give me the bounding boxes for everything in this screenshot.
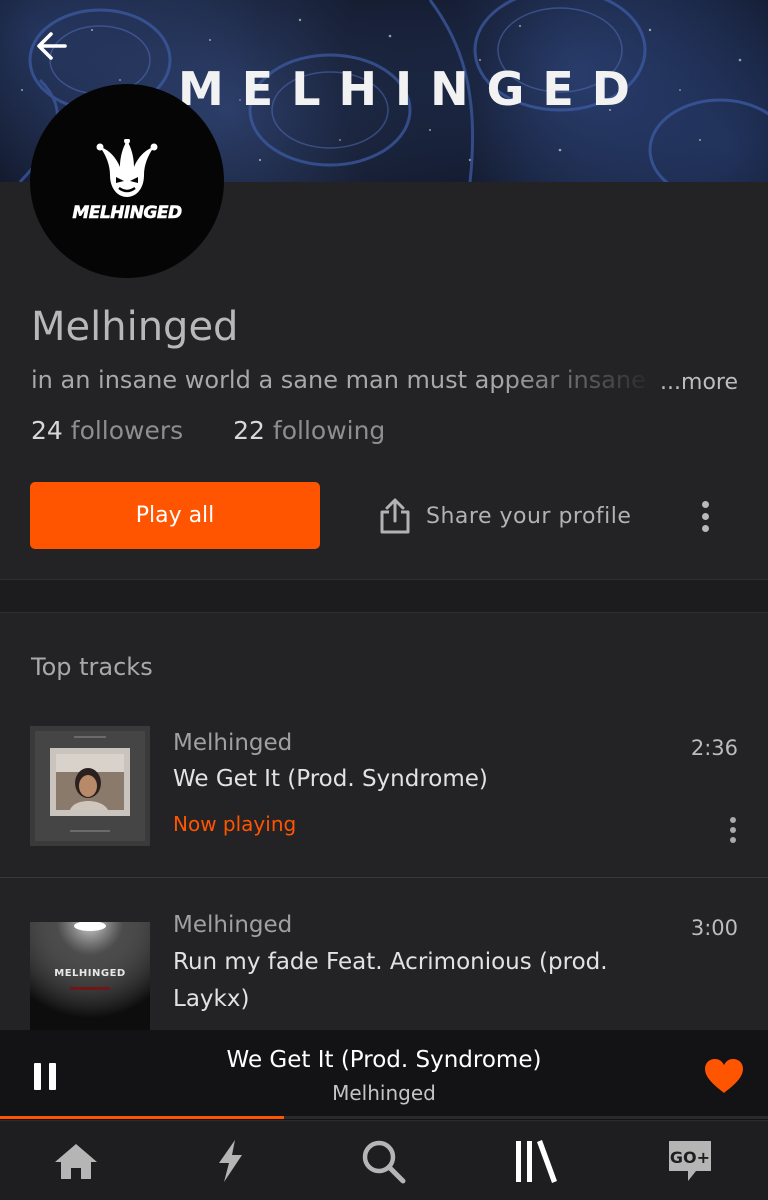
- track-artist: Melhinged: [173, 730, 293, 756]
- jester-logo-icon: [96, 139, 158, 197]
- bio-row: in an insane world a sane man must appea…: [31, 366, 751, 402]
- track-artwork-text: MELHINGED: [54, 968, 126, 979]
- following-stat[interactable]: 22 following: [233, 416, 385, 445]
- like-button[interactable]: [703, 1057, 745, 1095]
- playback-progress-fill: [0, 1116, 285, 1119]
- track-row[interactable]: MELHINGED Melhinged Run my fade Feat. Ac…: [0, 912, 768, 1030]
- followers-stat[interactable]: 24 followers: [31, 416, 183, 445]
- track-title: Run my fade Feat. Acrimonious (prod. Lay…: [173, 949, 608, 1012]
- share-profile-button[interactable]: Share your profile: [378, 496, 631, 536]
- play-all-button[interactable]: Play all: [30, 482, 320, 549]
- avatar[interactable]: MELHINGED: [30, 84, 224, 278]
- search-icon: [362, 1140, 406, 1184]
- profile-more-button[interactable]: [690, 494, 720, 538]
- track-row[interactable]: Melhinged We Get It (Prod. Syndrome) Now…: [0, 726, 768, 876]
- profile-name: Melhinged: [31, 304, 239, 350]
- back-button[interactable]: [30, 24, 74, 68]
- share-icon: [380, 498, 410, 534]
- followers-label: followers: [70, 416, 184, 445]
- mini-player-artist: Melhinged: [332, 1081, 436, 1105]
- track-duration: 3:00: [690, 916, 738, 940]
- following-label: following: [272, 416, 386, 445]
- nav-home[interactable]: [26, 1121, 126, 1200]
- go-plus-icon: GO+: [669, 1141, 711, 1181]
- mini-player-title: We Get It (Prod. Syndrome): [226, 1047, 542, 1073]
- profile-bio: in an insane world a sane man must appea…: [31, 366, 646, 394]
- nav-library[interactable]: [486, 1121, 586, 1200]
- bio-more-link[interactable]: ...more: [660, 370, 738, 395]
- more-vertical-icon: [730, 817, 736, 823]
- bottom-nav: GO+: [0, 1120, 768, 1200]
- track-duration: 2:36: [690, 736, 738, 760]
- now-playing-label: Now playing: [173, 812, 297, 836]
- row-divider: [0, 877, 768, 878]
- stream-icon: [219, 1140, 242, 1182]
- profile-page: MELHINGED MELHINGED Melhinged in an insa…: [0, 0, 768, 1200]
- arrow-back-icon: [37, 32, 67, 60]
- svg-text:GO+: GO+: [670, 1148, 710, 1167]
- track-artwork: MELHINGED: [30, 922, 150, 1030]
- nav-stream[interactable]: [180, 1121, 280, 1200]
- home-icon: [55, 1144, 97, 1179]
- playback-progress[interactable]: [0, 1116, 768, 1119]
- profile-stats: 24 followers 22 following: [31, 416, 427, 445]
- followers-count: 24: [31, 416, 63, 445]
- following-count: 22: [233, 416, 265, 445]
- heart-icon: [705, 1059, 743, 1093]
- nav-search[interactable]: [333, 1121, 433, 1200]
- library-icon: [516, 1140, 557, 1183]
- track-artist: Melhinged: [173, 912, 293, 938]
- top-tracks-title: Top tracks: [31, 653, 153, 681]
- more-vertical-icon: [701, 500, 709, 508]
- mini-player[interactable]: We Get It (Prod. Syndrome) Melhinged: [0, 1030, 768, 1120]
- track-more-button[interactable]: [718, 812, 748, 848]
- share-profile-label: Share your profile: [426, 503, 632, 529]
- section-separator: [0, 579, 768, 613]
- track-title: We Get It (Prod. Syndrome): [173, 766, 488, 792]
- nav-go-plus[interactable]: GO+: [640, 1121, 740, 1200]
- track-artwork: [30, 726, 150, 846]
- avatar-logo-text: MELHINGED: [72, 203, 182, 224]
